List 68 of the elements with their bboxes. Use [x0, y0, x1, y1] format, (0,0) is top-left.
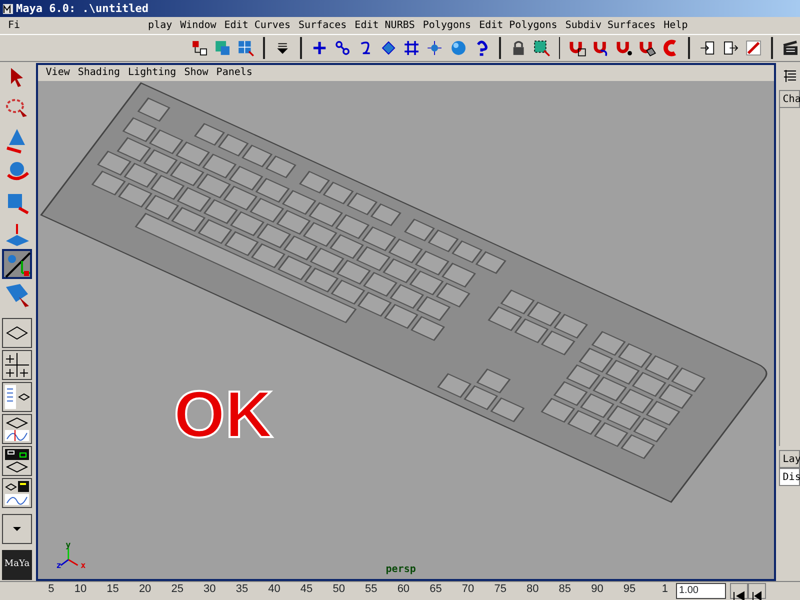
menu-lines-icon [782, 68, 798, 84]
skip-start-icon [732, 590, 746, 600]
time-tick-label: 20 [138, 582, 152, 597]
time-tick-label: 40 [267, 582, 280, 597]
menu-item[interactable]: Surfaces [294, 17, 351, 34]
manipulator-icon [4, 251, 32, 279]
panel-menu-item[interactable]: Shading [74, 65, 124, 81]
menu-item[interactable]: Edit NURBS [350, 17, 419, 34]
tool-button[interactable] [2, 249, 32, 279]
axis-label: z [56, 560, 62, 569]
time-tick-label: 60 [396, 582, 410, 597]
layout-menu-button[interactable] [2, 514, 32, 544]
camera-label: persp [386, 563, 416, 577]
time-tick-label: 45 [299, 582, 313, 597]
current-time-field[interactable]: 1.00 [676, 583, 726, 599]
mixed-view-icon [3, 479, 31, 507]
time-tick-label: 80 [526, 582, 539, 597]
time-tick-label: 50 [332, 582, 345, 597]
menu-item[interactable]: play [144, 17, 176, 34]
menu-item[interactable]: Edit Curves [220, 17, 294, 34]
time-tick-label: 65 [428, 582, 442, 597]
last-tool-icon [3, 281, 31, 309]
time-tick-label: 70 [460, 582, 474, 597]
window-title: Maya 6.0: .\untitled [16, 1, 148, 17]
menu-item[interactable]: Help [660, 17, 692, 34]
axis-label: y [65, 539, 70, 550]
channel-box-tab[interactable]: Cha [778, 90, 800, 108]
layout-button[interactable] [2, 382, 32, 412]
panel-menu-item[interactable]: Show [180, 65, 212, 81]
time-tick-label: 85 [558, 582, 572, 597]
time-tick-label: 90 [590, 582, 604, 597]
time-tick-label: 25 [170, 582, 184, 597]
menu-item[interactable]: Polygons [418, 17, 476, 34]
time-tick-label: 30 [202, 582, 216, 597]
menu-item[interactable]: Window [176, 17, 220, 34]
time-tick-label: 75 [493, 582, 506, 597]
time-tick-label: 10 [73, 582, 87, 597]
layout-button[interactable] [2, 478, 32, 508]
time-tick-label: 15 [106, 582, 119, 597]
step-back-button[interactable] [748, 583, 766, 599]
time-tick-label: 5 [47, 582, 54, 597]
menu-item[interactable]: Fi [4, 17, 24, 34]
maya-window-icon [2, 2, 14, 14]
four-view-icon [3, 351, 31, 379]
time-tick-label: 55 [364, 582, 378, 597]
layout-button[interactable] [2, 414, 32, 444]
step-back-icon [750, 590, 764, 600]
dropdown-arrow-icon [13, 526, 21, 531]
time-tick-label: 35 [234, 582, 248, 597]
overlay-text: OK [174, 381, 273, 447]
axis-indicator [60, 548, 78, 566]
menu-item[interactable]: Edit Polygons [475, 17, 562, 34]
panel-menu-item[interactable]: View [42, 65, 74, 81]
graph-view-icon [3, 415, 31, 443]
outliner-view-icon [3, 383, 31, 411]
menu-item[interactable]: Subdiv Surfaces [561, 17, 660, 34]
layout-button[interactable] [2, 446, 32, 476]
axis-label: x [80, 560, 86, 569]
panel-menu-item[interactable]: Panels [212, 65, 256, 81]
layer-field[interactable]: Dis [778, 468, 800, 486]
time-tick-label: 1 [660, 582, 668, 597]
layout-button[interactable] [2, 318, 32, 348]
layout-button[interactable] [2, 350, 32, 380]
panel-menu-item[interactable]: Lighting [124, 65, 180, 81]
rewind-button[interactable] [730, 583, 748, 599]
maya-logo: MaYa [2, 550, 32, 580]
time-tick-label: 95 [622, 582, 636, 597]
hypergraph-view-icon [3, 447, 31, 475]
